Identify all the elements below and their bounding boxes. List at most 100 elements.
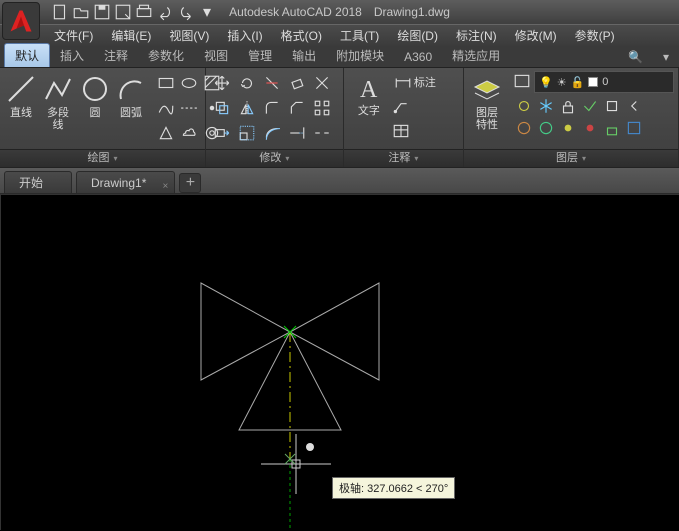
crosshair-cursor xyxy=(261,434,331,494)
menu-dim[interactable]: 标注(N) xyxy=(448,25,505,46)
tab-default[interactable]: 默认 xyxy=(4,43,50,67)
lock-icon: 🔓 xyxy=(571,76,585,89)
open-icon[interactable] xyxy=(71,3,91,21)
chamfer-icon[interactable] xyxy=(285,96,309,120)
ellipse-icon[interactable] xyxy=(177,71,201,95)
layer-dropdown[interactable]: 💡 ☀ 🔓 0 xyxy=(534,71,674,93)
polyline-button[interactable]: 多段线 xyxy=(40,71,76,149)
scale-icon[interactable] xyxy=(235,121,259,145)
menu-view[interactable]: 视图(V) xyxy=(161,25,217,46)
menu-format[interactable]: 格式(O) xyxy=(273,25,330,46)
layer-walk-icon[interactable] xyxy=(622,116,646,140)
menu-insert[interactable]: 插入(I) xyxy=(219,25,270,46)
layer-isolate-icon[interactable] xyxy=(512,116,536,140)
trim-icon[interactable] xyxy=(260,71,284,95)
spline-icon[interactable] xyxy=(154,96,178,120)
arc-button[interactable]: 圆弧 xyxy=(114,71,148,149)
app-logo[interactable] xyxy=(2,2,40,40)
drawing-canvas[interactable]: 极轴: 327.0662 < 270° xyxy=(0,194,679,530)
copy-icon[interactable] xyxy=(210,96,234,120)
break-icon[interactable] xyxy=(310,121,334,145)
tab-annotate[interactable]: 注释 xyxy=(94,44,138,67)
layer-color-swatch xyxy=(588,77,598,87)
tab-insert[interactable]: 插入 xyxy=(50,44,94,67)
tab-output[interactable]: 输出 xyxy=(282,44,326,67)
construction-line-icon[interactable] xyxy=(177,96,201,120)
tab-addins[interactable]: 附加模块 xyxy=(326,44,394,67)
file-tabs: 开始 Drawing1*× + xyxy=(0,168,679,194)
panel-draw: 直线 多段线 圆 圆弧 xyxy=(0,68,206,167)
tab-a360[interactable]: A360 xyxy=(394,47,442,67)
erase-icon[interactable] xyxy=(285,71,309,95)
tab-minimize-icon[interactable]: ▾ xyxy=(653,47,679,67)
layer-previous-icon[interactable] xyxy=(622,94,646,118)
mirror-icon[interactable] xyxy=(235,96,259,120)
layer-match-icon[interactable] xyxy=(600,94,624,118)
panel-draw-title[interactable]: 绘图 xyxy=(0,149,205,167)
explode-icon[interactable] xyxy=(310,71,334,95)
layer-make-current-icon[interactable] xyxy=(578,94,602,118)
app-title: Autodesk AutoCAD 2018 xyxy=(229,5,362,19)
rectangle-icon[interactable] xyxy=(154,71,178,95)
sun-icon: ☀ xyxy=(557,76,567,89)
tab-view[interactable]: 视图 xyxy=(194,44,238,67)
menu-param[interactable]: 参数(P) xyxy=(567,25,623,46)
tab-drawing1[interactable]: Drawing1*× xyxy=(76,171,175,193)
layer-lock-icon[interactable] xyxy=(556,94,580,118)
qat-dropdown-icon[interactable]: ▾ xyxy=(197,3,217,21)
undo-icon[interactable] xyxy=(155,3,175,21)
layer-on-icon[interactable] xyxy=(578,116,602,140)
tab-search-icon[interactable]: 🔍 xyxy=(618,47,653,67)
layer-states-icon[interactable] xyxy=(512,71,532,91)
panel-layers-title[interactable]: 图层 xyxy=(464,149,678,167)
layer-name: 0 xyxy=(602,76,608,88)
line-button[interactable]: 直线 xyxy=(4,71,38,149)
menu-tools[interactable]: 工具(T) xyxy=(332,25,387,46)
rotate-icon[interactable] xyxy=(235,71,259,95)
panel-modify: 修改 xyxy=(206,68,344,167)
move-icon[interactable] xyxy=(210,71,234,95)
save-icon[interactable] xyxy=(92,3,112,21)
panel-modify-title[interactable]: 修改 xyxy=(206,149,343,167)
plot-icon[interactable] xyxy=(134,3,154,21)
tab-parametric[interactable]: 参数化 xyxy=(138,44,194,67)
panel-layers: 图层 特性 💡 ☀ 🔓 0 xyxy=(464,68,679,167)
fillet-icon[interactable] xyxy=(260,96,284,120)
menu-modify[interactable]: 修改(M) xyxy=(507,25,565,46)
file-name: Drawing1.dwg xyxy=(374,5,450,19)
layer-properties-button[interactable]: 图层 特性 xyxy=(468,71,506,149)
array-icon[interactable] xyxy=(310,96,334,120)
quick-access-toolbar: ▾ xyxy=(50,3,217,21)
new-tab-button[interactable]: + xyxy=(179,173,201,193)
layer-off-icon[interactable] xyxy=(512,94,536,118)
offset-icon[interactable] xyxy=(260,121,284,145)
menu-edit[interactable]: 编辑(E) xyxy=(103,25,159,46)
ribbon: 直线 多段线 圆 圆弧 xyxy=(0,68,679,168)
layer-freeze-icon[interactable] xyxy=(534,94,558,118)
revision-cloud-icon[interactable] xyxy=(177,121,201,145)
region-icon[interactable] xyxy=(154,121,178,145)
redo-icon[interactable] xyxy=(176,3,196,21)
table-icon[interactable] xyxy=(392,119,436,143)
menu-bar: 文件(F) 编辑(E) 视图(V) 插入(I) 格式(O) 工具(T) 绘图(D… xyxy=(0,24,679,46)
ribbon-tabs: 默认 插入 注释 参数化 视图 管理 输出 附加模块 A360 精选应用 🔍 ▾ xyxy=(0,46,679,68)
text-button[interactable]: A 文字 xyxy=(348,71,390,149)
stretch-icon[interactable] xyxy=(210,121,234,145)
polar-tooltip: 极轴: 327.0662 < 270° xyxy=(332,477,455,499)
layer-thaw-icon[interactable] xyxy=(556,116,580,140)
saveas-icon[interactable] xyxy=(113,3,133,21)
tab-featured[interactable]: 精选应用 xyxy=(442,44,510,67)
dimension-linear-icon[interactable]: 标注 xyxy=(392,71,436,95)
panel-annotate-title[interactable]: 注释 xyxy=(344,149,463,167)
leader-icon[interactable] xyxy=(392,95,436,119)
lightbulb-icon: 💡 xyxy=(539,76,553,89)
circle-button[interactable]: 圆 xyxy=(78,71,112,149)
layer-unlock-icon[interactable] xyxy=(600,116,624,140)
new-icon[interactable] xyxy=(50,3,70,21)
tab-manage[interactable]: 管理 xyxy=(238,44,282,67)
menu-file[interactable]: 文件(F) xyxy=(46,25,101,46)
menu-draw[interactable]: 绘图(D) xyxy=(389,25,446,46)
tab-start[interactable]: 开始 xyxy=(4,171,72,193)
extend-icon[interactable] xyxy=(285,121,309,145)
layer-unisolate-icon[interactable] xyxy=(534,116,558,140)
